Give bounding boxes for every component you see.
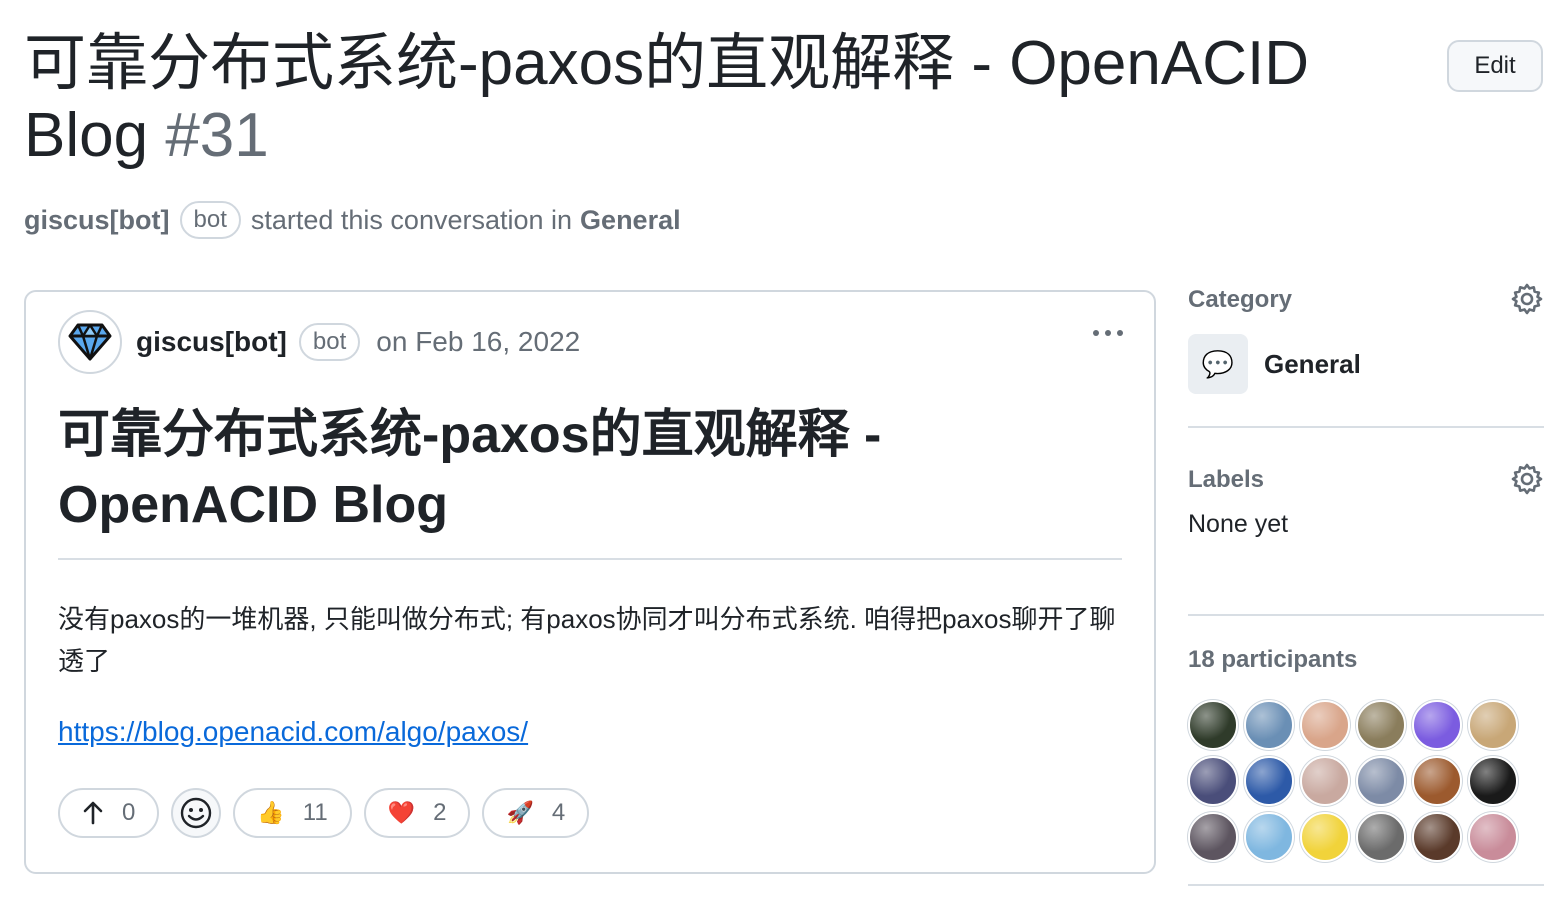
participants-heading: 18 participants bbox=[1188, 646, 1358, 673]
participants-section: 18 participants bbox=[1188, 640, 1544, 886]
meta-author[interactable]: giscus[bot] bbox=[24, 205, 170, 236]
gear-icon[interactable] bbox=[1510, 282, 1544, 316]
thumbs-up-reaction[interactable]: 👍 11 bbox=[233, 788, 352, 838]
bot-badge: bot bbox=[179, 201, 241, 239]
upvote-button[interactable]: 0 bbox=[58, 788, 160, 838]
participant-avatar[interactable] bbox=[1412, 812, 1462, 862]
labels-heading: Labels bbox=[1188, 466, 1265, 493]
discussion-post: giscus[bot] bot on Feb 16, 2022 可靠分布式系统-… bbox=[24, 290, 1156, 874]
avatar[interactable] bbox=[58, 310, 122, 374]
add-reaction-button[interactable] bbox=[171, 788, 222, 838]
speech-bubble-icon: 💬 bbox=[1188, 334, 1248, 394]
heart-icon: ❤️ bbox=[387, 800, 416, 825]
participant-avatar[interactable] bbox=[1300, 756, 1350, 806]
category-heading: Category bbox=[1188, 286, 1293, 313]
post-date[interactable]: on Feb 16, 2022 bbox=[376, 326, 580, 358]
more-options-icon[interactable] bbox=[1088, 316, 1128, 350]
participant-avatar[interactable] bbox=[1412, 756, 1462, 806]
rocket-reaction[interactable]: 🚀 4 bbox=[482, 788, 590, 838]
participant-avatar[interactable] bbox=[1468, 812, 1518, 862]
meta-category[interactable]: General bbox=[580, 205, 681, 236]
participant-avatar[interactable] bbox=[1300, 812, 1350, 862]
rocket-icon: 🚀 bbox=[506, 800, 534, 825]
participant-avatar[interactable] bbox=[1412, 700, 1462, 750]
category-name: General bbox=[1264, 348, 1361, 379]
post-title: 可靠分布式系统-paxos的直观解释 - OpenACID Blog bbox=[58, 400, 1122, 560]
participant-avatar[interactable] bbox=[1468, 756, 1518, 806]
participants-grid bbox=[1188, 700, 1544, 862]
post-author[interactable]: giscus[bot] bbox=[136, 326, 287, 358]
discussion-meta: giscus[bot] bot started this conversatio… bbox=[24, 199, 681, 241]
participant-avatar[interactable] bbox=[1244, 812, 1294, 862]
heart-count: 2 bbox=[433, 799, 447, 826]
participant-avatar[interactable] bbox=[1356, 700, 1406, 750]
post-header: giscus[bot] bot on Feb 16, 2022 bbox=[58, 308, 580, 376]
gear-icon[interactable] bbox=[1510, 462, 1544, 496]
labels-section: Labels None yet bbox=[1188, 460, 1544, 616]
participant-avatar[interactable] bbox=[1188, 700, 1238, 750]
post-body: 没有paxos的一堆机器, 只能叫做分布式; 有paxos协同才叫分布式系统. … bbox=[58, 604, 1116, 676]
post-bot-badge: bot bbox=[298, 323, 361, 361]
discussion-number: #31 bbox=[165, 101, 269, 170]
reactions-bar: 0 👍 11 ❤️ 2 🚀 4 bbox=[58, 788, 590, 838]
arrow-up-icon bbox=[83, 801, 103, 825]
participant-avatar[interactable] bbox=[1468, 700, 1518, 750]
participant-avatar[interactable] bbox=[1300, 700, 1350, 750]
discussion-title: 可靠分布式系统-paxos的直观解释 - OpenACID Blog #31 bbox=[24, 28, 1414, 172]
participant-avatar[interactable] bbox=[1244, 700, 1294, 750]
participant-avatar[interactable] bbox=[1244, 756, 1294, 806]
category-item[interactable]: 💬 General bbox=[1188, 334, 1544, 394]
labels-value: None yet bbox=[1188, 510, 1289, 538]
heart-reaction[interactable]: ❤️ 2 bbox=[363, 788, 471, 838]
participant-avatar[interactable] bbox=[1356, 756, 1406, 806]
participant-avatar[interactable] bbox=[1188, 756, 1238, 806]
meta-text: started this conversation in bbox=[250, 204, 573, 235]
smiley-icon bbox=[181, 797, 212, 829]
rocket-count: 4 bbox=[551, 799, 566, 826]
diamond-icon bbox=[68, 323, 112, 361]
participant-avatar[interactable] bbox=[1356, 812, 1406, 862]
upvote-count: 0 bbox=[122, 799, 136, 826]
edit-button[interactable]: Edit bbox=[1447, 40, 1543, 92]
thumbs-up-count: 11 bbox=[302, 799, 328, 826]
thumbs-up-icon: 👍 bbox=[257, 800, 285, 825]
participant-avatar[interactable] bbox=[1188, 812, 1238, 862]
sidebar: Category 💬 General Labels None yet 18 pa… bbox=[1188, 280, 1544, 886]
category-section: Category 💬 General bbox=[1188, 280, 1544, 428]
post-link[interactable]: https://blog.openacid.com/algo/paxos/ bbox=[58, 716, 528, 748]
